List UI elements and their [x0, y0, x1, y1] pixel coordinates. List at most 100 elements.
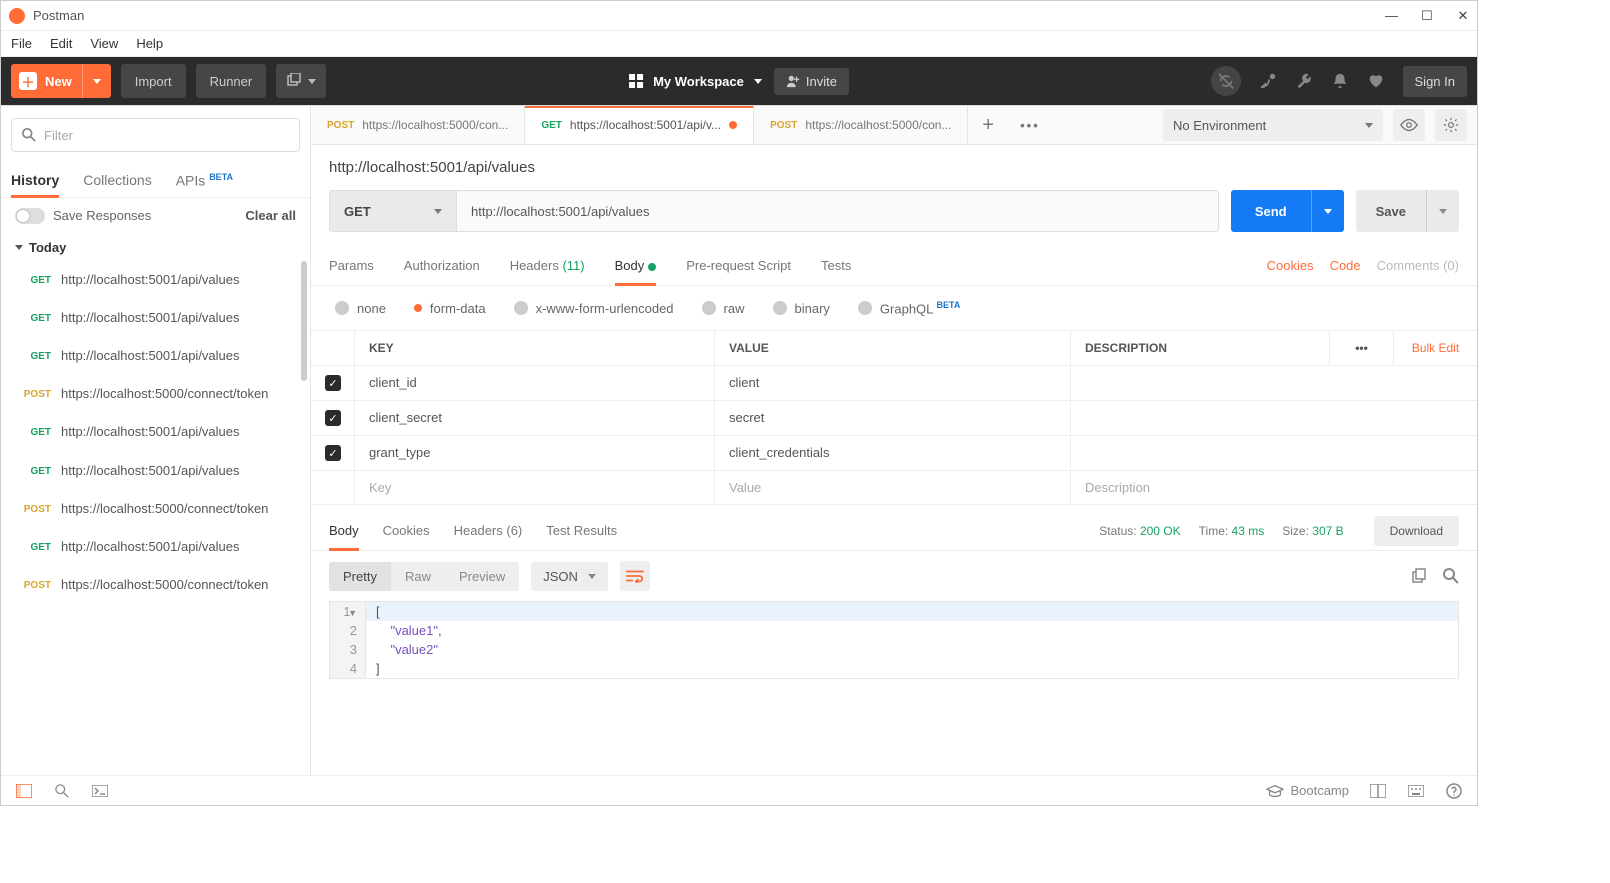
environment-selector[interactable]: No Environment [1163, 109, 1383, 141]
code-link[interactable]: Code [1330, 246, 1361, 285]
request-tab[interactable]: POSThttps://localhost:5000/con... [311, 106, 525, 144]
menu-help[interactable]: Help [136, 36, 163, 51]
cookies-link[interactable]: Cookies [1267, 246, 1314, 285]
tab-body[interactable]: Body [615, 246, 657, 285]
response-tab-tests[interactable]: Test Results [546, 511, 631, 550]
view-raw[interactable]: Raw [391, 562, 445, 591]
environment-settings-button[interactable] [1435, 109, 1467, 141]
key-cell[interactable]: client_id [355, 366, 715, 400]
body-type-raw[interactable]: raw [702, 301, 745, 316]
row-checkbox[interactable]: ✓ [325, 445, 341, 461]
response-tab-body[interactable]: Body [329, 511, 373, 550]
history-item[interactable]: GEThttp://localhost:5001/api/values [1, 337, 310, 375]
response-tab-cookies[interactable]: Cookies [383, 511, 444, 550]
row-checkbox[interactable]: ✓ [325, 375, 341, 391]
menu-edit[interactable]: Edit [50, 36, 72, 51]
history-item[interactable]: GEThttp://localhost:5001/api/values [1, 299, 310, 337]
bulk-edit-button[interactable]: Bulk Edit [1412, 341, 1459, 355]
history-item[interactable]: GEThttp://localhost:5001/api/values [1, 452, 310, 490]
request-tab[interactable]: GEThttps://localhost:5001/api/v... [525, 106, 754, 144]
workspace-selector[interactable]: My Workspace [629, 74, 762, 89]
window-maximize-button[interactable]: ☐ [1421, 8, 1433, 24]
response-tab-headers[interactable]: Headers (6) [454, 511, 537, 550]
download-button[interactable]: Download [1374, 516, 1459, 546]
key-cell[interactable]: grant_type [355, 436, 715, 470]
tab-authorization[interactable]: Authorization [404, 246, 480, 285]
save-button[interactable]: Save [1356, 190, 1459, 232]
runner-button[interactable]: Runner [196, 64, 267, 98]
copy-response-button[interactable] [1411, 568, 1427, 584]
body-type-graphql[interactable]: GraphQL BETA [858, 300, 960, 316]
find-button[interactable] [53, 782, 71, 800]
send-button[interactable]: Send [1231, 190, 1344, 232]
tab-tests[interactable]: Tests [821, 246, 851, 285]
new-desc-input[interactable]: Description [1071, 471, 1477, 504]
new-button[interactable]: ＋ New [11, 64, 111, 98]
value-cell[interactable]: client_credentials [715, 436, 1071, 470]
save-responses-toggle[interactable] [15, 208, 45, 224]
history-item[interactable]: POSThttps://localhost:5000/connect/token [1, 566, 310, 604]
tab-apis[interactable]: APIs BETA [176, 164, 233, 197]
desc-cell[interactable] [1071, 401, 1477, 435]
wrap-lines-button[interactable] [620, 561, 650, 591]
wrench-icon[interactable] [1295, 72, 1313, 90]
history-item[interactable]: POSThttps://localhost:5000/connect/token [1, 490, 310, 528]
new-value-input[interactable]: Value [715, 471, 1071, 504]
history-item[interactable]: GEThttp://localhost:5001/api/values [1, 528, 310, 566]
desc-cell[interactable] [1071, 436, 1477, 470]
tab-headers[interactable]: Headers (11) [510, 246, 585, 285]
method-selector[interactable]: GET [329, 190, 457, 232]
search-response-button[interactable] [1443, 568, 1459, 584]
import-button[interactable]: Import [121, 64, 186, 98]
tab-collections[interactable]: Collections [83, 164, 151, 197]
history-item[interactable]: POSThttps://localhost:5000/connect/token [1, 375, 310, 413]
signin-button[interactable]: Sign In [1403, 66, 1467, 97]
language-selector[interactable]: JSON [531, 562, 608, 591]
row-options-button[interactable]: ••• [1329, 331, 1393, 365]
value-cell[interactable]: secret [715, 401, 1071, 435]
open-new-button[interactable] [276, 64, 326, 98]
body-type-formdata[interactable]: form-data [414, 301, 486, 316]
save-dropdown-button[interactable] [1426, 190, 1459, 232]
tab-options-button[interactable]: ••• [1008, 118, 1052, 133]
environment-quicklook-button[interactable] [1393, 109, 1425, 141]
clear-all-button[interactable]: Clear all [245, 208, 296, 223]
console-button[interactable] [91, 782, 109, 800]
help-button[interactable] [1445, 782, 1463, 800]
scrollbar-thumb[interactable] [301, 261, 307, 381]
value-cell[interactable]: client [715, 366, 1071, 400]
satellite-icon[interactable] [1259, 72, 1277, 90]
row-checkbox[interactable]: ✓ [325, 410, 341, 426]
history-item[interactable]: GEThttp://localhost:5001/api/values [1, 413, 310, 451]
window-minimize-button[interactable]: — [1385, 8, 1397, 24]
key-cell[interactable]: client_secret [355, 401, 715, 435]
body-type-none[interactable]: none [335, 301, 386, 316]
sync-off-button[interactable] [1211, 66, 1241, 96]
add-tab-button[interactable]: + [968, 114, 1008, 137]
url-input[interactable]: http://localhost:5001/api/values [457, 190, 1219, 232]
history-group-header[interactable]: Today [1, 234, 310, 261]
menu-file[interactable]: File [11, 36, 32, 51]
history-item[interactable]: GEThttp://localhost:5001/api/values [1, 261, 310, 299]
body-type-xwww[interactable]: x-www-form-urlencoded [514, 301, 674, 316]
comments-link[interactable]: Comments (0) [1377, 246, 1459, 285]
bell-icon[interactable] [1331, 72, 1349, 90]
tab-params[interactable]: Params [329, 246, 374, 285]
window-close-button[interactable]: ✕ [1457, 8, 1469, 24]
keyboard-shortcuts-button[interactable] [1407, 782, 1425, 800]
request-tab[interactable]: POSThttps://localhost:5000/con... [754, 106, 968, 144]
new-key-input[interactable]: Key [355, 471, 715, 504]
response-body[interactable]: 1 ▼[2 "value1",3 "value2"4] [329, 601, 1459, 679]
desc-cell[interactable] [1071, 366, 1477, 400]
view-preview[interactable]: Preview [445, 562, 519, 591]
view-pretty[interactable]: Pretty [329, 562, 391, 591]
send-dropdown-button[interactable] [1311, 190, 1344, 232]
request-title[interactable]: http://localhost:5001/api/values [311, 145, 1477, 190]
tab-prerequest[interactable]: Pre-request Script [686, 246, 791, 285]
bootcamp-button[interactable]: Bootcamp [1266, 783, 1349, 798]
toggle-sidebar-button[interactable] [15, 782, 33, 800]
tab-history[interactable]: History [11, 164, 59, 197]
filter-input[interactable]: Filter [11, 118, 300, 152]
body-type-binary[interactable]: binary [773, 301, 830, 316]
heart-icon[interactable] [1367, 72, 1385, 90]
